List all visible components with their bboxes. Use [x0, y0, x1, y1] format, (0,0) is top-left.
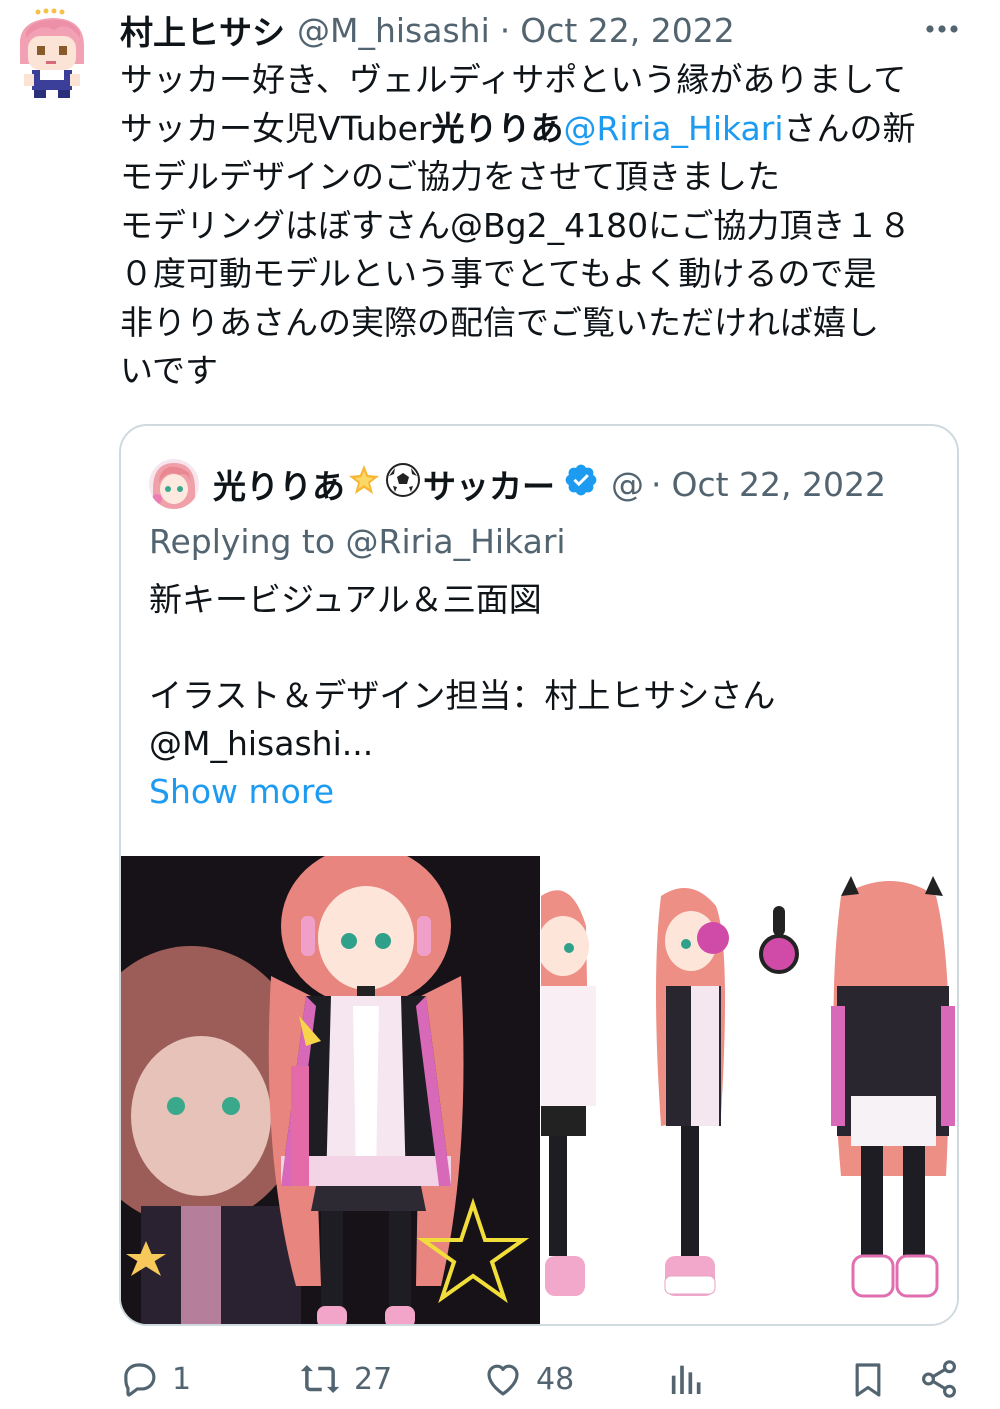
tweet-text-line: サッカー女児VTuber光りりあ@Riria_Hikariさんの新 — [120, 108, 916, 148]
more-options-button[interactable] — [922, 14, 962, 44]
quoted-text-line: イラスト＆デザイン担当：村上ヒサシさん — [149, 676, 776, 715]
tweet-action-bar: 1 27 48 — [118, 1358, 968, 1408]
header-separator: · — [499, 10, 511, 50]
tweet-text: サッカー好き、ヴェルディサポという縁がありまして サッカー女児VTuber光りり… — [120, 56, 970, 396]
like-count: 48 — [536, 1361, 575, 1397]
verified-badge-icon — [563, 462, 599, 506]
author-name[interactable]: 村上ヒサシ — [120, 6, 285, 54]
views-button[interactable] — [666, 1358, 706, 1400]
share-icon — [922, 1360, 956, 1398]
author-avatar[interactable] — [10, 8, 96, 100]
tweet-text-line: いです — [120, 351, 219, 390]
more-icon — [926, 25, 958, 33]
tweet-text-line: ０度可動モデルという事でとてもよく動けるので是 — [120, 254, 877, 293]
star-emoji-icon — [347, 463, 381, 505]
retweet-icon — [300, 1365, 340, 1393]
quoted-tweet-header: 光りりあ サッカー @F · Oct 22, 2022 — [149, 458, 933, 510]
like-button[interactable]: 48 — [482, 1358, 574, 1400]
quoted-author-avatar[interactable] — [149, 459, 199, 509]
quoted-tweet-date[interactable]: Oct 22, 2022 — [672, 465, 887, 504]
quoted-header-separator: · — [651, 464, 662, 504]
replying-to-label: Replying to @Riria_Hikari — [149, 522, 566, 561]
mention-link[interactable]: @Riria_Hikari — [563, 109, 783, 148]
reply-icon — [124, 1363, 156, 1397]
tweet-date[interactable]: Oct 22, 2022 — [520, 11, 735, 50]
bookmark-button[interactable] — [848, 1358, 888, 1402]
quoted-text-line: @M_hisashi... — [149, 724, 374, 763]
tweet-header: 村上ヒサシ @M_hisashi · Oct 22, 2022 — [120, 6, 960, 54]
quoted-tweet-card[interactable]: 光りりあ サッカー @F · Oct 22, 2022 Replying to … — [119, 424, 959, 1326]
heart-icon — [487, 1364, 519, 1396]
reply-button[interactable]: 1 — [118, 1358, 191, 1400]
tweet-text-line: 非りりあさんの実際の配信でご覧いただければ嬉し — [120, 302, 879, 342]
key-visual-image[interactable] — [121, 856, 540, 1324]
tweet-text-line: サッカー好き、ヴェルディサポという縁がありまして — [120, 60, 907, 99]
quoted-author-name-suffix[interactable]: サッカー — [423, 460, 555, 508]
retweet-button[interactable]: 27 — [298, 1358, 392, 1400]
author-handle[interactable]: @M_hisashi — [297, 11, 490, 50]
quoted-text-line: 新キービジュアル＆三面図 — [149, 580, 542, 619]
quoted-author-name[interactable]: 光りりあ — [213, 460, 345, 508]
mentioned-name: 光りりあ — [431, 108, 564, 148]
retweet-count: 27 — [354, 1361, 393, 1397]
analytics-icon — [671, 1365, 701, 1394]
share-button[interactable] — [918, 1358, 960, 1400]
quoted-author-handle[interactable]: @F — [611, 465, 645, 504]
soccer-ball-icon — [385, 462, 421, 506]
quoted-tweet-text: 新キービジュアル＆三面図 イラスト＆デザイン担当：村上ヒサシさん @M_hisa… — [149, 576, 929, 816]
show-more-link[interactable]: Show more — [149, 768, 929, 816]
reply-count: 1 — [172, 1361, 192, 1397]
tweet-text-line: モデリングはぼすさん@Bg2_4180にご協力頂き１８ — [120, 205, 912, 245]
tweet-text-line: モデルデザインのご協力をさせて頂きました — [120, 157, 780, 196]
bookmark-icon — [855, 1363, 881, 1397]
turnaround-sheet-image[interactable] — [541, 856, 957, 1324]
